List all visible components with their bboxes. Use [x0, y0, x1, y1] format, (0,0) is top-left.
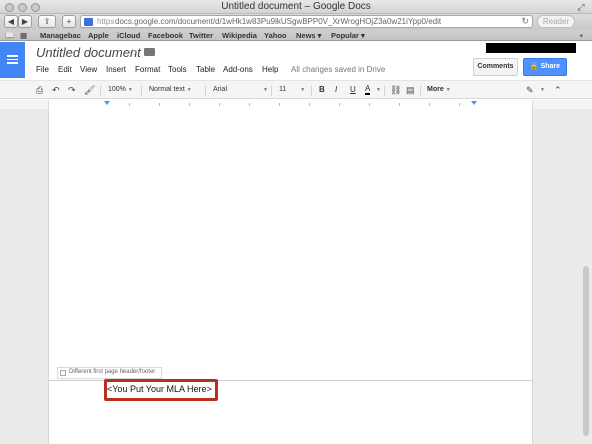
share-page-button[interactable]: ⇪ — [38, 15, 56, 28]
forward-button[interactable]: ▶ — [18, 15, 32, 28]
url-text: docs.google.com/document/d/1wHk1w83Pu9lk… — [115, 17, 442, 26]
style-select[interactable]: Normal text ▼ — [149, 84, 192, 96]
vertical-scrollbar[interactable] — [583, 266, 589, 436]
editing-mode-icon[interactable]: ✎ — [526, 84, 534, 96]
menu-table[interactable]: Table — [196, 65, 215, 74]
size-select[interactable]: 11 ▼ — [279, 84, 305, 96]
docs-favicon-icon — [84, 18, 93, 26]
star-icon[interactable]: ☆ — [127, 45, 138, 59]
bookmark-item[interactable]: iCloud — [117, 30, 140, 41]
back-button[interactable]: ◀ — [4, 15, 18, 28]
zoom-select[interactable]: 100% ▼ — [108, 84, 133, 96]
bookmarks-icon[interactable]: 📖 — [5, 30, 14, 41]
first-page-checkbox[interactable] — [60, 370, 66, 376]
menu-file[interactable]: File — [36, 65, 49, 74]
document-page[interactable]: Different first page header/footer <You … — [48, 109, 533, 444]
share-label: Share — [540, 63, 561, 70]
bookmark-item[interactable]: Facebook — [148, 30, 183, 41]
undo-icon[interactable]: ↶ — [52, 84, 60, 96]
underline-button[interactable]: U — [350, 84, 356, 96]
add-bookmark-icon[interactable]: + — [579, 30, 583, 41]
bookmark-folder-news[interactable]: News ▾ — [296, 30, 321, 41]
bookmark-item[interactable]: Apple — [88, 30, 109, 41]
menu-insert[interactable]: Insert — [106, 65, 126, 74]
link-icon[interactable]: ⛓ — [390, 84, 401, 96]
comments-button[interactable]: Comments — [473, 58, 518, 76]
reader-button[interactable]: Reader — [537, 15, 575, 28]
comment-icon[interactable]: ▤ — [406, 84, 415, 96]
bookmark-item[interactable]: Wikipedia — [222, 30, 257, 41]
url-scheme: https — [97, 17, 115, 26]
redo-icon[interactable]: ↷ — [68, 84, 76, 96]
paint-format-icon[interactable]: 🖌 — [84, 84, 95, 96]
menu-format[interactable]: Format — [135, 65, 160, 74]
menu-edit[interactable]: Edit — [58, 65, 72, 74]
size-value: 11 — [279, 86, 287, 93]
browser-toolbar: ◀ ▶ ⇪ + https docs.google.com/document/d… — [0, 14, 592, 30]
save-status: All changes saved in Drive — [291, 65, 386, 74]
text-color-button[interactable]: A — [365, 84, 371, 95]
bookmark-folder-popular[interactable]: Popular ▾ — [331, 30, 365, 41]
docs-header: Untitled document ☆ File Edit View Inser… — [0, 42, 592, 80]
window-title: Untitled document – Google Docs — [221, 1, 371, 12]
new-tab-button[interactable]: + — [62, 15, 76, 28]
first-page-option-label: Different first page header/footer — [69, 369, 156, 375]
zoom-value: 100% — [108, 86, 126, 93]
menu-help[interactable]: Help — [262, 65, 278, 74]
first-page-option[interactable]: Different first page header/footer — [57, 367, 162, 379]
left-indent-marker[interactable] — [104, 101, 110, 105]
style-value: Normal text — [149, 86, 185, 93]
more-button[interactable]: More ▼ — [427, 84, 451, 96]
menu-view[interactable]: View — [80, 65, 97, 74]
menu-tools[interactable]: Tools — [168, 65, 187, 74]
reload-icon[interactable]: ↻ — [521, 16, 529, 27]
italic-button[interactable]: I — [335, 84, 337, 96]
formatting-toolbar: ⎙ ↶ ↷ 🖌 100% ▼ Normal text ▼ Arial ▼ 11 ▼ B … — [0, 80, 592, 99]
window-titlebar: Untitled document – Google Docs ⤢ — [0, 0, 592, 14]
text-color-caret[interactable]: ▼ — [374, 84, 381, 96]
font-select[interactable]: Arial ▼ — [213, 84, 268, 96]
bookmark-item[interactable]: Twitter — [189, 30, 213, 41]
menu-add-ons[interactable]: Add-ons — [223, 65, 253, 74]
fullscreen-icon[interactable]: ⤢ — [576, 2, 586, 12]
bold-button[interactable]: B — [319, 84, 325, 96]
document-canvas: Different first page header/footer <You … — [0, 109, 592, 444]
print-icon[interactable]: ⎙ — [36, 84, 43, 96]
collapse-icon[interactable]: ⌃ — [554, 84, 562, 96]
bookmarks-bar: 📖 ▦ Managebac Apple iCloud Facebook Twit… — [0, 30, 592, 41]
editing-mode-caret[interactable]: ▼ — [538, 84, 545, 96]
more-label: More — [427, 86, 444, 93]
footer-text[interactable]: <You Put Your MLA Here> — [107, 384, 212, 394]
redacted-account-area — [486, 43, 576, 53]
share-button[interactable]: 🔒 Share — [523, 58, 567, 76]
docs-home-icon[interactable] — [0, 42, 25, 78]
font-value: Arial — [213, 86, 228, 93]
document-title[interactable]: Untitled document — [36, 45, 141, 60]
folder-icon[interactable] — [144, 48, 155, 56]
top-sites-icon[interactable]: ▦ — [20, 30, 27, 41]
bookmark-item[interactable]: Yahoo — [264, 30, 287, 41]
bookmark-item[interactable]: Managebac — [40, 30, 81, 41]
right-indent-marker[interactable] — [471, 101, 477, 105]
address-bar[interactable]: https docs.google.com/document/d/1wHk1w8… — [80, 15, 533, 28]
ruler — [0, 100, 592, 109]
